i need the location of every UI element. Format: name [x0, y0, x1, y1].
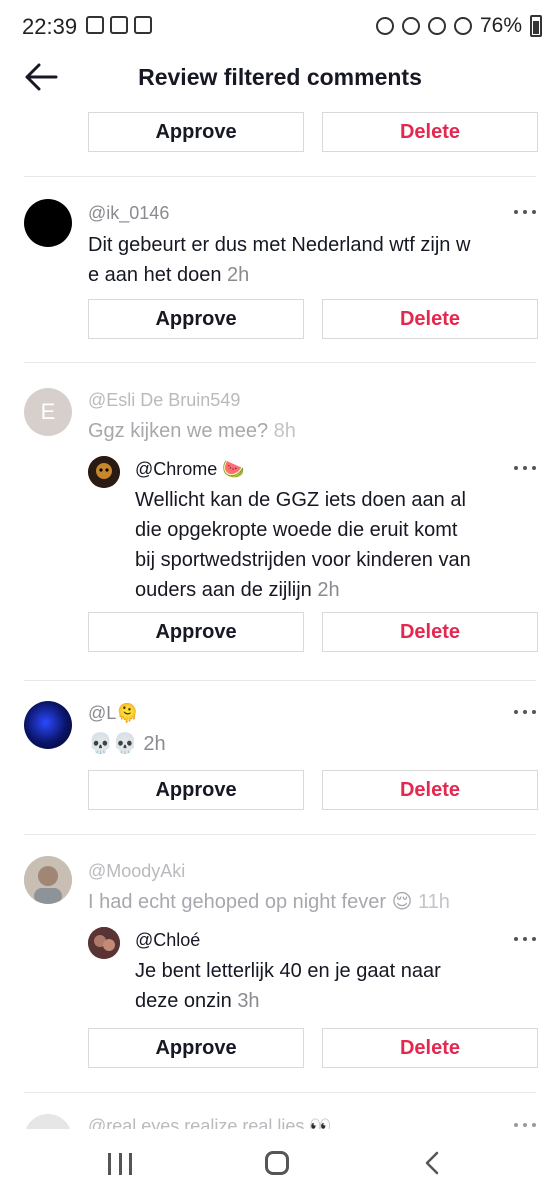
comment-username[interactable]: @L🫠: [88, 703, 139, 724]
reply-line: ouders aan de zijlijn 2h: [135, 575, 535, 605]
more-options-icon[interactable]: [514, 937, 536, 943]
comment-line-end: e aan het doen: [88, 264, 222, 286]
comment-time: 11h: [417, 891, 450, 913]
comment-username[interactable]: @MoodyAki: [88, 861, 185, 882]
approve-button[interactable]: Approve: [88, 770, 304, 810]
page-title: Review filtered comments: [138, 64, 422, 90]
comment-text: Dit gebeurt er dus met Nederland wtf zij…: [88, 230, 538, 290]
recent-apps-icon[interactable]: [108, 1153, 132, 1175]
divider: [24, 362, 536, 363]
home-icon[interactable]: [265, 1151, 289, 1175]
divider: [24, 680, 536, 681]
avatar-letter[interactable]: E: [24, 388, 72, 436]
divider: [24, 176, 536, 177]
reply-line: deze onzin 3h: [135, 986, 535, 1016]
delete-button[interactable]: Delete: [322, 1028, 538, 1068]
status-left-icons: [86, 16, 152, 34]
comment-body: Ggz kijken we mee?: [88, 420, 269, 442]
status-right: 76%: [375, 14, 542, 38]
comment-text: 💀💀 2h: [88, 729, 166, 759]
battery-percent: 76%: [479, 14, 522, 37]
delete-button[interactable]: Delete: [322, 299, 538, 339]
mute-icon: [401, 17, 420, 35]
reply-line: Wellicht kan de GGZ iets doen aan al: [135, 489, 466, 511]
approve-button[interactable]: Approve: [88, 299, 304, 339]
action-row: Approve Delete: [88, 1028, 538, 1068]
comment-line: Dit gebeurt er dus met Nederland wtf zij…: [88, 234, 471, 256]
comment-text: Ggz kijken we mee? 8h: [88, 416, 296, 446]
more-options-icon[interactable]: [514, 710, 536, 716]
avatar[interactable]: [24, 1114, 72, 1129]
back-nav-icon[interactable]: [424, 1151, 440, 1175]
comment-time: 2h: [227, 264, 250, 286]
reply-line-end: deze onzin: [135, 990, 232, 1012]
comment-time: 2h: [143, 733, 166, 755]
reply-time: 2h: [317, 579, 340, 601]
reply-text: Wellicht kan de GGZ iets doen aan al die…: [135, 485, 535, 605]
reply-line: bij sportwedstrijden voor kinderen van: [135, 549, 471, 571]
action-row: Approve Delete: [88, 299, 538, 339]
reply-text: Je bent letterlijk 40 en je gaat naar de…: [135, 956, 535, 1016]
alarm-icon: [375, 17, 394, 35]
comment-username[interactable]: @real eyes realize real lies 👀: [88, 1116, 332, 1129]
battery-icon: [530, 15, 542, 37]
divider: [24, 834, 536, 835]
approve-button[interactable]: Approve: [88, 612, 304, 652]
reply-avatar[interactable]: [88, 927, 120, 959]
wifi-icon: [427, 17, 446, 35]
avatar[interactable]: [24, 856, 72, 904]
avatar-image-icon: [88, 456, 120, 488]
reply-username[interactable]: @Chrome 🍉: [135, 459, 245, 480]
reply-line: Je bent letterlijk 40 en je gaat naar: [135, 960, 441, 982]
more-options-icon[interactable]: [514, 466, 536, 472]
reply-username[interactable]: @Chloé: [135, 930, 200, 951]
reply-line: die opgekropte woede die eruit komt: [135, 519, 458, 541]
system-navigation-bar: [0, 1129, 560, 1200]
status-time: 22:39: [22, 14, 78, 39]
comment-username[interactable]: @Esli De Bruin549: [88, 390, 240, 411]
header: Review filtered comments: [0, 52, 560, 104]
signal-icon: [453, 17, 472, 35]
action-row: Approve Delete: [88, 770, 538, 810]
delete-button[interactable]: Delete: [322, 612, 538, 652]
delete-button[interactable]: Delete: [322, 770, 538, 810]
instagram-icon: [134, 16, 152, 34]
comment-time: 8h: [273, 420, 296, 442]
delete-button[interactable]: Delete: [322, 112, 538, 152]
comment-username[interactable]: @ik_0146: [88, 203, 169, 224]
comment-line: e aan het doen 2h: [88, 260, 538, 290]
approve-button[interactable]: Approve: [88, 112, 304, 152]
status-bar: 22:39 76%: [0, 0, 560, 52]
reply-time: 3h: [237, 990, 260, 1012]
comment-text: I had echt gehoped op night fever 😌 11h: [88, 887, 450, 917]
action-row: Approve Delete: [88, 112, 538, 152]
avatar[interactable]: [24, 701, 72, 749]
discord-icon: [110, 16, 128, 34]
avatar[interactable]: [24, 199, 72, 247]
comment-body: I had echt gehoped op night fever 😌: [88, 891, 413, 913]
reply-avatar[interactable]: [88, 456, 120, 488]
avatar-image-icon: [24, 856, 72, 904]
reply-line-end: ouders aan de zijlijn: [135, 579, 312, 601]
approve-button[interactable]: Approve: [88, 1028, 304, 1068]
avatar-image-icon: [88, 927, 120, 959]
action-row: Approve Delete: [88, 612, 538, 652]
divider: [24, 1092, 536, 1093]
comment-body: 💀💀: [88, 733, 138, 755]
more-options-icon[interactable]: [514, 210, 536, 216]
comment-list[interactable]: Approve Delete @ik_0146 Dit gebeurt er d…: [0, 104, 560, 1129]
gallery-icon: [86, 16, 104, 34]
